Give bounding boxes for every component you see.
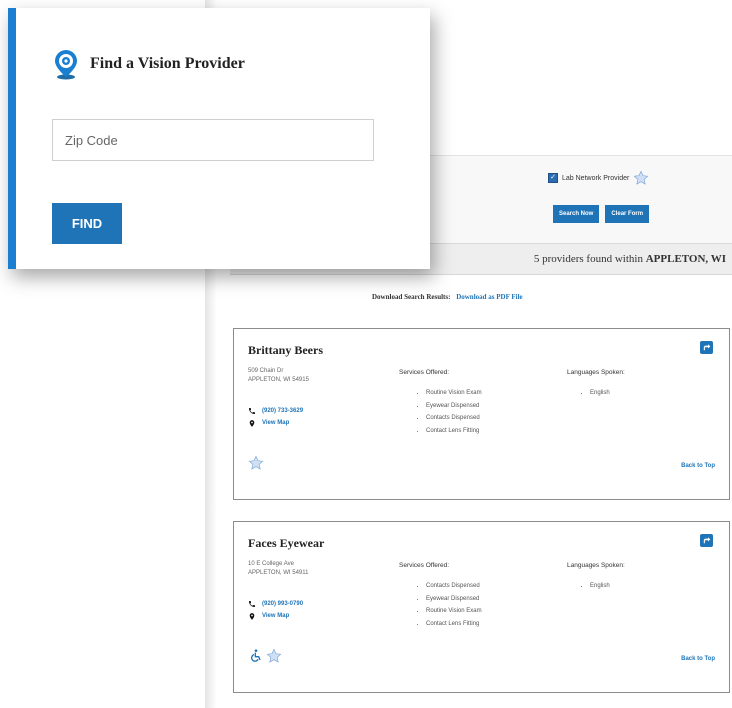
service-item: Routine Vision Exam bbox=[426, 387, 482, 400]
results-location: APPLETON, WI bbox=[645, 253, 726, 265]
service-item: Contacts Dispensed bbox=[426, 580, 482, 593]
lab-network-checkbox[interactable]: ✓ bbox=[548, 173, 558, 183]
provider-name: Brittany Beers bbox=[248, 343, 323, 357]
provider-address: 10 E College Ave APPLETON, WI 54911 bbox=[248, 560, 308, 578]
provider-badges bbox=[248, 648, 282, 664]
map-pin-icon bbox=[249, 419, 255, 427]
share-icon[interactable] bbox=[700, 341, 713, 354]
language-item: English bbox=[590, 580, 610, 593]
star-icon bbox=[266, 648, 282, 663]
service-item: Eyewear Dispensed bbox=[426, 593, 482, 606]
find-button[interactable]: FIND bbox=[52, 203, 122, 244]
phone-row[interactable]: (920) 733-3629 bbox=[248, 405, 303, 417]
back-to-top-link[interactable]: Back to Top bbox=[681, 463, 715, 469]
provider-name: Faces Eyewear bbox=[248, 536, 325, 550]
provider-contact: (920) 993-0790 View Map bbox=[248, 598, 303, 622]
results-count: 5 bbox=[533, 253, 540, 265]
search-now-button[interactable]: Search Now bbox=[553, 205, 600, 223]
search-buttons: Search Now Clear Form bbox=[553, 205, 650, 223]
provider-card: Faces Eyewear 10 E College Ave APPLETON,… bbox=[233, 521, 730, 693]
phone-row[interactable]: (920) 993-0790 bbox=[248, 598, 303, 610]
view-map-link[interactable]: View Map bbox=[262, 613, 289, 619]
service-item: Contact Lens Fitting bbox=[426, 618, 482, 631]
back-to-top-link[interactable]: Back to Top bbox=[681, 656, 715, 662]
service-item: Routine Vision Exam bbox=[426, 605, 482, 618]
location-eye-icon bbox=[55, 50, 77, 80]
find-provider-panel: Find a Vision Provider FIND bbox=[8, 8, 430, 269]
address-line-1: 509 Chain Dr bbox=[248, 368, 284, 374]
services-heading: Services Offered: bbox=[399, 562, 450, 569]
finder-header: Find a Vision Provider bbox=[52, 48, 245, 80]
map-row[interactable]: View Map bbox=[248, 417, 303, 429]
provider-phone[interactable]: (920) 993-0790 bbox=[262, 601, 303, 607]
map-pin-icon bbox=[249, 612, 255, 620]
download-pdf-link[interactable]: Download as PDF File bbox=[456, 293, 522, 301]
languages-heading: Languages Spoken: bbox=[567, 562, 625, 569]
share-icon[interactable] bbox=[700, 534, 713, 547]
service-item: Eyewear Dispensed bbox=[426, 400, 482, 413]
languages-list: English bbox=[580, 580, 610, 593]
lab-network-option[interactable]: ✓ Lab Network Provider bbox=[548, 170, 649, 186]
download-results: Download Search Results: Download as PDF… bbox=[372, 293, 523, 301]
service-item: Contact Lens Fitting bbox=[426, 425, 482, 438]
phone-icon bbox=[249, 601, 255, 607]
services-heading: Services Offered: bbox=[399, 369, 450, 376]
download-label: Download Search Results: bbox=[372, 293, 451, 301]
finder-title: Find a Vision Provider bbox=[90, 55, 245, 72]
phone-icon bbox=[249, 408, 255, 414]
service-item: Contacts Dispensed bbox=[426, 412, 482, 425]
provider-card: Brittany Beers 509 Chain Dr APPLETON, WI… bbox=[233, 328, 730, 500]
map-row[interactable]: View Map bbox=[248, 610, 303, 622]
wheelchair-icon bbox=[251, 649, 261, 662]
services-list: Routine Vision Exam Eyewear Dispensed Co… bbox=[416, 387, 482, 437]
star-icon bbox=[248, 455, 264, 470]
star-icon bbox=[633, 170, 649, 185]
provider-phone[interactable]: (920) 733-3629 bbox=[262, 408, 303, 414]
view-map-link[interactable]: View Map bbox=[262, 420, 289, 426]
zip-code-input[interactable] bbox=[52, 119, 374, 161]
languages-heading: Languages Spoken: bbox=[567, 369, 625, 376]
address-line-1: 10 E College Ave bbox=[248, 561, 294, 567]
lab-network-label: Lab Network Provider bbox=[562, 174, 630, 182]
language-item: English bbox=[590, 387, 610, 400]
results-count-text: 5 providers found within APPLETON, WI bbox=[534, 253, 726, 265]
provider-badges bbox=[248, 455, 264, 471]
services-list: Contacts Dispensed Eyewear Dispensed Rou… bbox=[416, 580, 482, 630]
languages-list: English bbox=[580, 387, 610, 400]
provider-address: 509 Chain Dr APPLETON, WI 54915 bbox=[248, 367, 309, 385]
address-line-2: APPLETON, WI 54911 bbox=[248, 570, 309, 576]
provider-contact: (920) 733-3629 View Map bbox=[248, 405, 303, 429]
clear-form-button[interactable]: Clear Form bbox=[605, 205, 650, 223]
address-line-2: APPLETON, WI 54915 bbox=[248, 377, 309, 383]
results-found-label: providers found within bbox=[542, 253, 643, 265]
